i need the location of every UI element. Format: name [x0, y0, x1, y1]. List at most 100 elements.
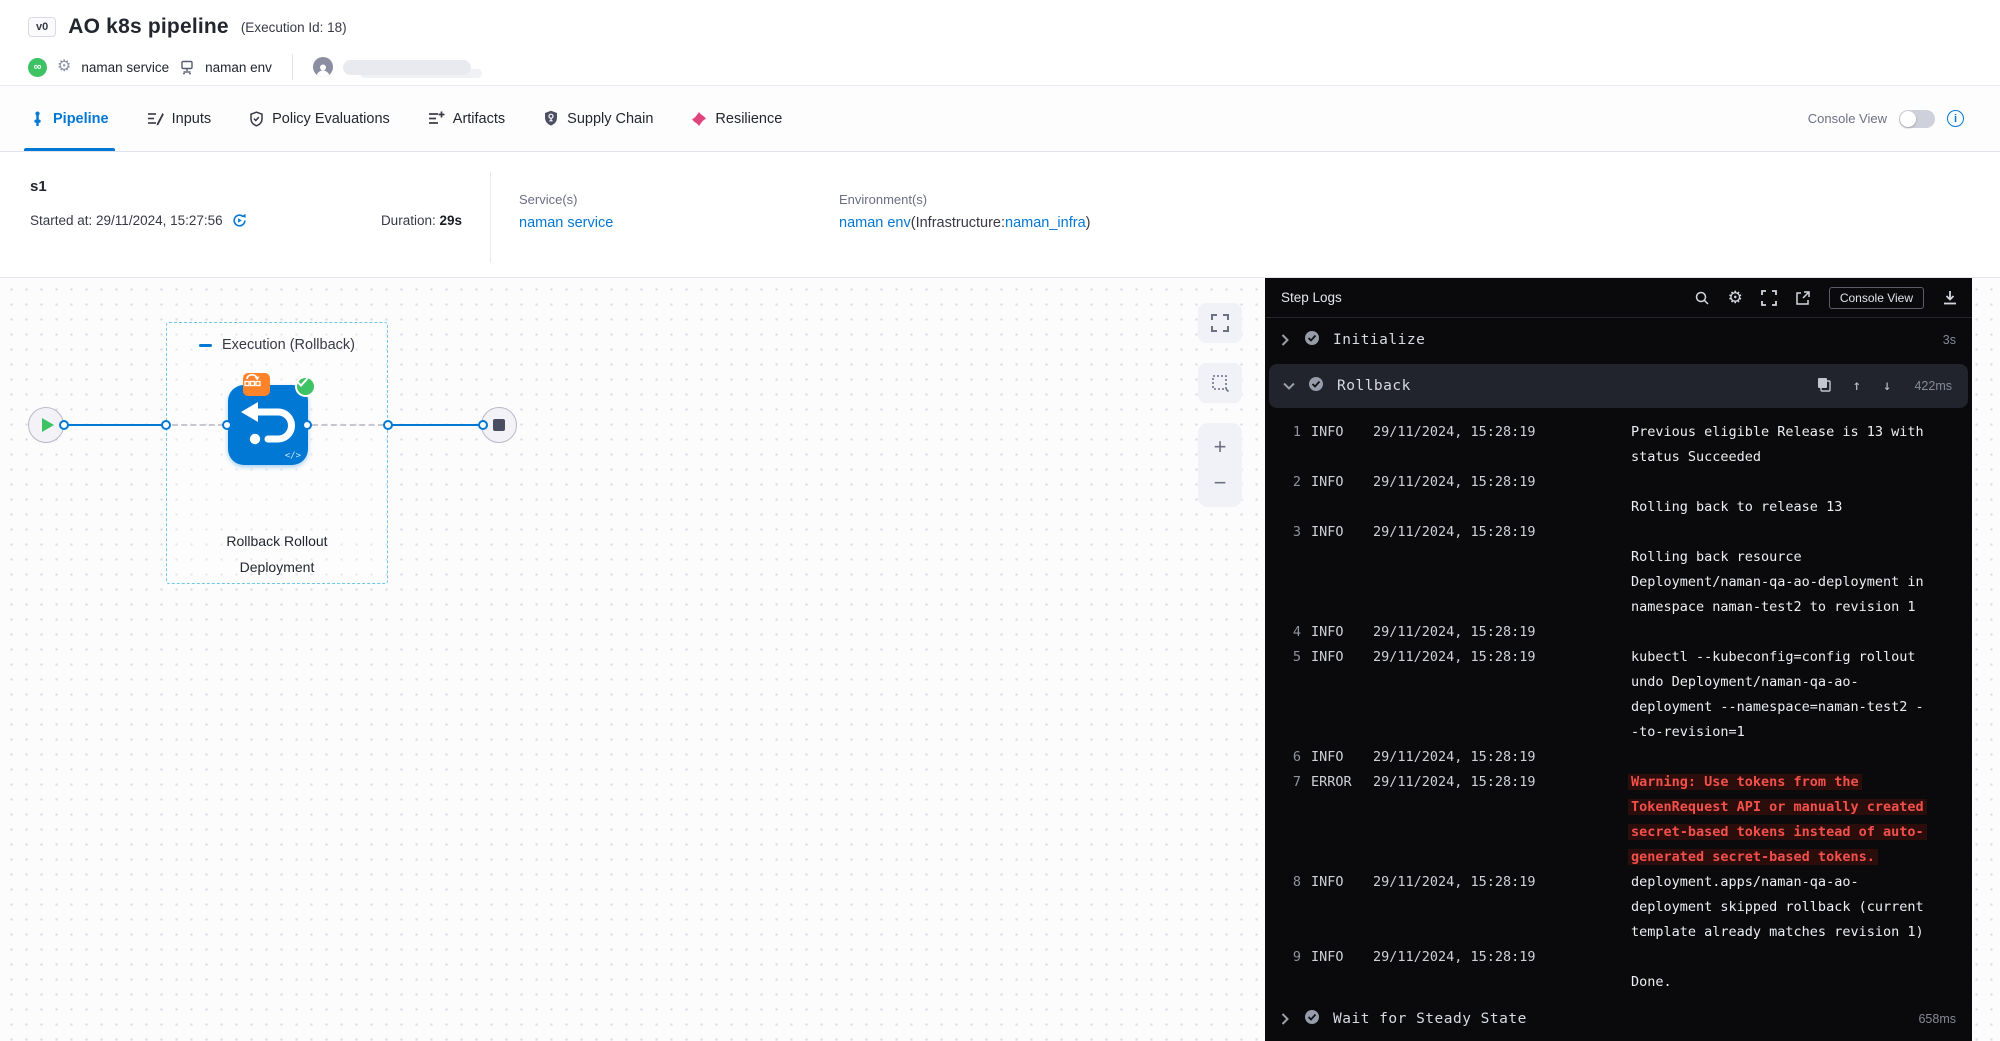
connector-dot: [383, 420, 393, 430]
environment-icon: [179, 59, 195, 75]
check-circle-icon: [1304, 1009, 1320, 1029]
tab-resilience[interactable]: Resilience: [691, 86, 782, 151]
policy-shield-icon: [249, 111, 264, 127]
section-name: Rollback: [1337, 378, 1411, 394]
infrastructure-link[interactable]: naman_infra: [1005, 215, 1086, 231]
scroll-down-icon[interactable]: ↓: [1883, 378, 1891, 394]
execution-id: (Execution Id: 18): [241, 20, 347, 35]
gear-icon[interactable]: ⚙: [57, 59, 71, 75]
connector-dot: [59, 420, 69, 430]
pipeline-icon: [30, 111, 45, 127]
environment-value: naman env(Infrastructure:naman_infra): [839, 215, 1090, 231]
step-logs-panel: Step Logs ⚙ Console View Initialize 3s: [1265, 278, 1972, 1041]
stage-summary-bar: s1 Started at: 29/11/2024, 15:27:56 Dura…: [0, 152, 2000, 278]
copy-logs-icon[interactable]: [1817, 377, 1831, 396]
edge-end: [392, 424, 484, 426]
artifacts-icon: [428, 111, 445, 126]
stage-name[interactable]: s1: [30, 178, 462, 195]
log-line: 3INFO29/11/2024, 15:28:19: [1283, 520, 1958, 545]
log-line: template already matches revision 1): [1283, 920, 1958, 945]
log-settings-gear-icon[interactable]: ⚙: [1728, 289, 1743, 306]
open-in-new-icon[interactable]: [1795, 290, 1811, 306]
zoom-in-button[interactable]: +: [1198, 429, 1242, 465]
log-line: 8INFO29/11/2024, 15:28:19deployment.apps…: [1283, 870, 1958, 895]
tab-supply-chain[interactable]: Supply Chain: [543, 86, 653, 151]
zoom-out-button[interactable]: −: [1198, 465, 1242, 501]
connector-dot: [478, 420, 488, 430]
service-name[interactable]: naman service: [81, 60, 169, 75]
log-line: status Succeeded: [1283, 445, 1958, 470]
download-logs-icon[interactable]: [1942, 290, 1958, 306]
section-name: Wait for Steady State: [1333, 1011, 1527, 1027]
rollback-step-node[interactable]: </>: [228, 385, 308, 465]
log-section-initialize[interactable]: Initialize 3s: [1265, 318, 1972, 362]
chevron-right-icon: [1279, 1013, 1291, 1025]
log-line: 6INFO29/11/2024, 15:28:19: [1283, 745, 1958, 770]
log-line: deployment --namespace=naman-test2 -: [1283, 695, 1958, 720]
collapse-minus-icon[interactable]: [199, 344, 212, 347]
tab-label: Supply Chain: [567, 111, 653, 127]
search-icon[interactable]: [1694, 290, 1710, 306]
log-line: -to-revision=1: [1283, 720, 1958, 745]
inputs-icon: [147, 111, 164, 126]
log-line: 7ERROR29/11/2024, 15:28:19Warning: Use t…: [1283, 770, 1958, 795]
connector-dot: [222, 420, 232, 430]
tab-label: Policy Evaluations: [272, 111, 390, 127]
step-label[interactable]: Rollback Rollout Deployment: [167, 529, 387, 581]
avatar: [313, 57, 333, 77]
log-entries: 1INFO29/11/2024, 15:28:19Previous eligib…: [1265, 410, 1972, 997]
pipeline-canvas: Execution (Rollback) </> Rollback Rollou…: [0, 278, 2000, 1041]
tab-pipeline[interactable]: Pipeline: [30, 86, 109, 151]
log-line: generated secret-based tokens.: [1283, 845, 1958, 870]
chevron-right-icon: [1279, 334, 1291, 346]
log-line: 9INFO29/11/2024, 15:28:19: [1283, 945, 1958, 970]
log-line: deployment skipped rollback (current: [1283, 895, 1958, 920]
play-icon: [42, 418, 54, 432]
console-view-button[interactable]: Console View: [1829, 287, 1924, 309]
scroll-up-icon[interactable]: ↑: [1853, 378, 1861, 394]
check-circle-icon: [1304, 330, 1320, 350]
section-duration: 422ms: [1914, 379, 1952, 393]
duration: Duration: 29s: [381, 213, 462, 228]
tab-label: Pipeline: [53, 111, 109, 127]
log-section-wait-steady-state[interactable]: Wait for Steady State 658ms: [1265, 997, 1972, 1041]
log-line: Rolling back resource: [1283, 545, 1958, 570]
log-section-rollback[interactable]: Rollback ↑ ↓ 422ms: [1269, 364, 1968, 408]
log-line: 4INFO29/11/2024, 15:28:19: [1283, 620, 1958, 645]
zoom-panel: + −: [1198, 423, 1242, 507]
tab-inputs[interactable]: Inputs: [147, 86, 212, 151]
console-view-toggle[interactable]: [1899, 110, 1935, 128]
started-at: Started at: 29/11/2024, 15:27:56: [30, 213, 223, 228]
rerun-history-icon[interactable]: [231, 212, 248, 229]
section-duration: 3s: [1943, 333, 1956, 347]
environment-name[interactable]: naman env: [205, 60, 272, 75]
log-line: secret-based tokens instead of auto-: [1283, 820, 1958, 845]
selection-marquee-button[interactable]: [1198, 363, 1242, 403]
execution-header: v0 AO k8s pipeline (Execution Id: 18) ∞ …: [0, 0, 2000, 86]
success-check-icon: [295, 376, 316, 397]
fit-to-screen-button[interactable]: [1198, 303, 1242, 343]
execution-group-label[interactable]: Execution (Rollback): [222, 337, 355, 353]
supply-chain-shield-icon: [543, 110, 559, 127]
connector-dot: [161, 420, 171, 430]
execution-group-box: Execution (Rollback) </> Rollback Rollou…: [166, 322, 388, 584]
services-label: Service(s): [519, 192, 811, 207]
log-line: Deployment/naman-qa-ao-deployment in: [1283, 570, 1958, 595]
tab-artifacts[interactable]: Artifacts: [428, 86, 505, 151]
tab-bar: Pipeline Inputs Policy Evaluations Artif…: [0, 86, 2000, 152]
log-line: Rolling back to release 13: [1283, 495, 1958, 520]
tab-label: Inputs: [172, 111, 212, 127]
divider: [292, 54, 293, 80]
environment-link[interactable]: naman env: [839, 215, 911, 231]
redacted-user-text: [343, 60, 471, 75]
fullscreen-icon[interactable]: [1761, 290, 1777, 306]
rollout-badge-icon: [243, 373, 270, 396]
section-name: Initialize: [1333, 332, 1425, 348]
edge-start: [62, 424, 168, 426]
version-badge[interactable]: v0: [28, 17, 56, 37]
service-link[interactable]: naman service: [519, 215, 613, 231]
log-line: 5INFO29/11/2024, 15:28:19kubectl --kubec…: [1283, 645, 1958, 670]
info-icon[interactable]: i: [1947, 110, 1964, 127]
tab-policy-evaluations[interactable]: Policy Evaluations: [249, 86, 390, 151]
connector-dot: [302, 420, 312, 430]
